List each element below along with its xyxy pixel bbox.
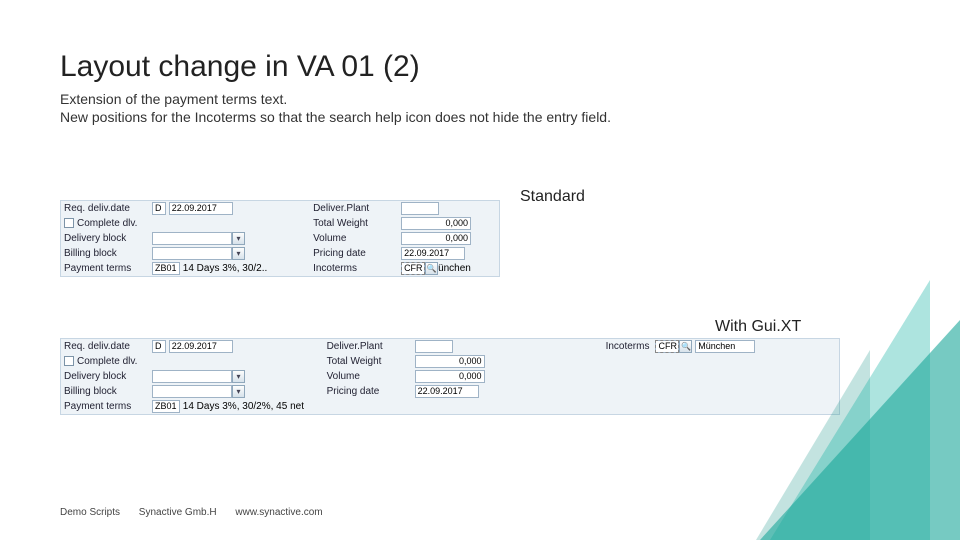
lbl-complete-dlv: Complete dlv. [77, 218, 137, 229]
field-total-weight[interactable]: 0,000 [415, 355, 485, 368]
field-total-weight[interactable]: 0,000 [401, 217, 471, 230]
field-volume[interactable]: 0,000 [415, 370, 485, 383]
text-incoterms-loc-cut: ünchen [438, 263, 471, 274]
row-delivery-block: Delivery block ▾ Volume 0,000 [61, 369, 839, 384]
subtitle-line-1: Extension of the payment terms text. [60, 90, 900, 108]
field-date-type[interactable]: D [152, 202, 166, 215]
footer-demo-scripts: Demo Scripts [60, 507, 120, 518]
lbl-delivery-block: Delivery block [61, 231, 149, 246]
field-deliver-plant[interactable] [415, 340, 453, 353]
lbl-total-weight: Total Weight [310, 216, 398, 231]
footer: Demo Scripts Synactive Gmb.H www.synacti… [60, 507, 339, 518]
lbl-payment-terms: Payment terms [61, 261, 149, 276]
lbl-incoterms: Incoterms [310, 261, 398, 276]
row-billing-block: Billing block ▾ Pricing date 22.09.2017 [61, 384, 839, 399]
text-payterms-desc-full: 14 Days 3%, 30/2%, 45 net [183, 401, 304, 412]
dropdown-icon[interactable]: ▾ [232, 370, 245, 383]
lbl-pricing-date: Pricing date [324, 384, 412, 399]
lbl-payment-terms: Payment terms [61, 399, 149, 414]
slide-title: Layout change in VA 01 (2) [60, 50, 900, 84]
field-incoterms-loc[interactable]: München [695, 340, 755, 353]
field-volume[interactable]: 0,000 [401, 232, 471, 245]
slide-subtitle: Extension of the payment terms text. New… [60, 90, 900, 126]
field-payterms-code[interactable]: ZB01 [152, 400, 180, 413]
deco-triangle [760, 320, 960, 540]
field-incoterms-code[interactable]: CFR [401, 262, 425, 275]
label-standard: Standard [520, 188, 585, 206]
lbl-delivery-block: Delivery block [61, 369, 149, 384]
sap-panel-guixt: Req. deliv.date D 22.09.2017 Deliver.Pla… [60, 338, 840, 415]
field-billing-block[interactable] [152, 385, 232, 398]
field-delivery-block[interactable] [152, 232, 232, 245]
row-complete-dlv: Complete dlv. Total Weight 0,000 [61, 216, 499, 231]
checkbox-complete-dlv[interactable] [64, 356, 74, 366]
footer-url: www.synactive.com [235, 507, 322, 518]
lbl-req-deliv-date: Req. deliv.date [61, 339, 149, 354]
lbl-total-weight: Total Weight [324, 354, 412, 369]
search-help-icon[interactable]: 🔍 [425, 262, 438, 275]
sap-panel-standard: Req. deliv.date D 22.09.2017 Deliver.Pla… [60, 200, 500, 277]
lbl-complete-dlv: Complete dlv. [77, 356, 137, 367]
field-pricing-date[interactable]: 22.09.2017 [401, 247, 465, 260]
slide: Layout change in VA 01 (2) Extension of … [0, 0, 960, 540]
field-date-type[interactable]: D [152, 340, 166, 353]
row-complete-dlv: Complete dlv. Total Weight 0,000 [61, 354, 839, 369]
dropdown-icon[interactable]: ▾ [232, 232, 245, 245]
lbl-billing-block: Billing block [61, 384, 149, 399]
field-delivery-block[interactable] [152, 370, 232, 383]
search-help-icon[interactable]: 🔍 [679, 340, 692, 353]
subtitle-line-2: New positions for the Incoterms so that … [60, 108, 900, 126]
row-delivery-block: Delivery block ▾ Volume 0,000 [61, 231, 499, 246]
row-req-deliv-date: Req. deliv.date D 22.09.2017 Deliver.Pla… [61, 339, 839, 354]
field-billing-block[interactable] [152, 247, 232, 260]
field-req-date[interactable]: 22.09.2017 [169, 202, 233, 215]
row-billing-block: Billing block ▾ Pricing date 22.09.2017 [61, 246, 499, 261]
row-payment-terms: Payment terms ZB01 14 Days 3%, 30/2%, 45… [61, 399, 839, 414]
field-deliver-plant[interactable] [401, 202, 439, 215]
footer-company: Synactive Gmb.H [139, 507, 217, 518]
field-pricing-date[interactable]: 22.09.2017 [415, 385, 479, 398]
field-req-date[interactable]: 22.09.2017 [169, 340, 233, 353]
row-payment-terms: Payment terms ZB01 14 Days 3%, 30/2.. In… [61, 261, 499, 276]
lbl-deliver-plant: Deliver.Plant [324, 339, 412, 354]
row-req-deliv-date: Req. deliv.date D 22.09.2017 Deliver.Pla… [61, 201, 499, 216]
lbl-req-deliv-date: Req. deliv.date [61, 201, 149, 216]
lbl-volume: Volume [310, 231, 398, 246]
lbl-volume: Volume [324, 369, 412, 384]
lbl-deliver-plant: Deliver.Plant [310, 201, 398, 216]
dropdown-icon[interactable]: ▾ [232, 247, 245, 260]
lbl-billing-block: Billing block [61, 246, 149, 261]
lbl-pricing-date: Pricing date [310, 246, 398, 261]
checkbox-complete-dlv[interactable] [64, 218, 74, 228]
field-incoterms-code[interactable]: CFR [655, 340, 679, 353]
field-payterms-code[interactable]: ZB01 [152, 262, 180, 275]
lbl-incoterms: Incoterms [546, 339, 653, 354]
text-payterms-desc: 14 Days 3%, 30/2.. [183, 263, 268, 274]
dropdown-icon[interactable]: ▾ [232, 385, 245, 398]
